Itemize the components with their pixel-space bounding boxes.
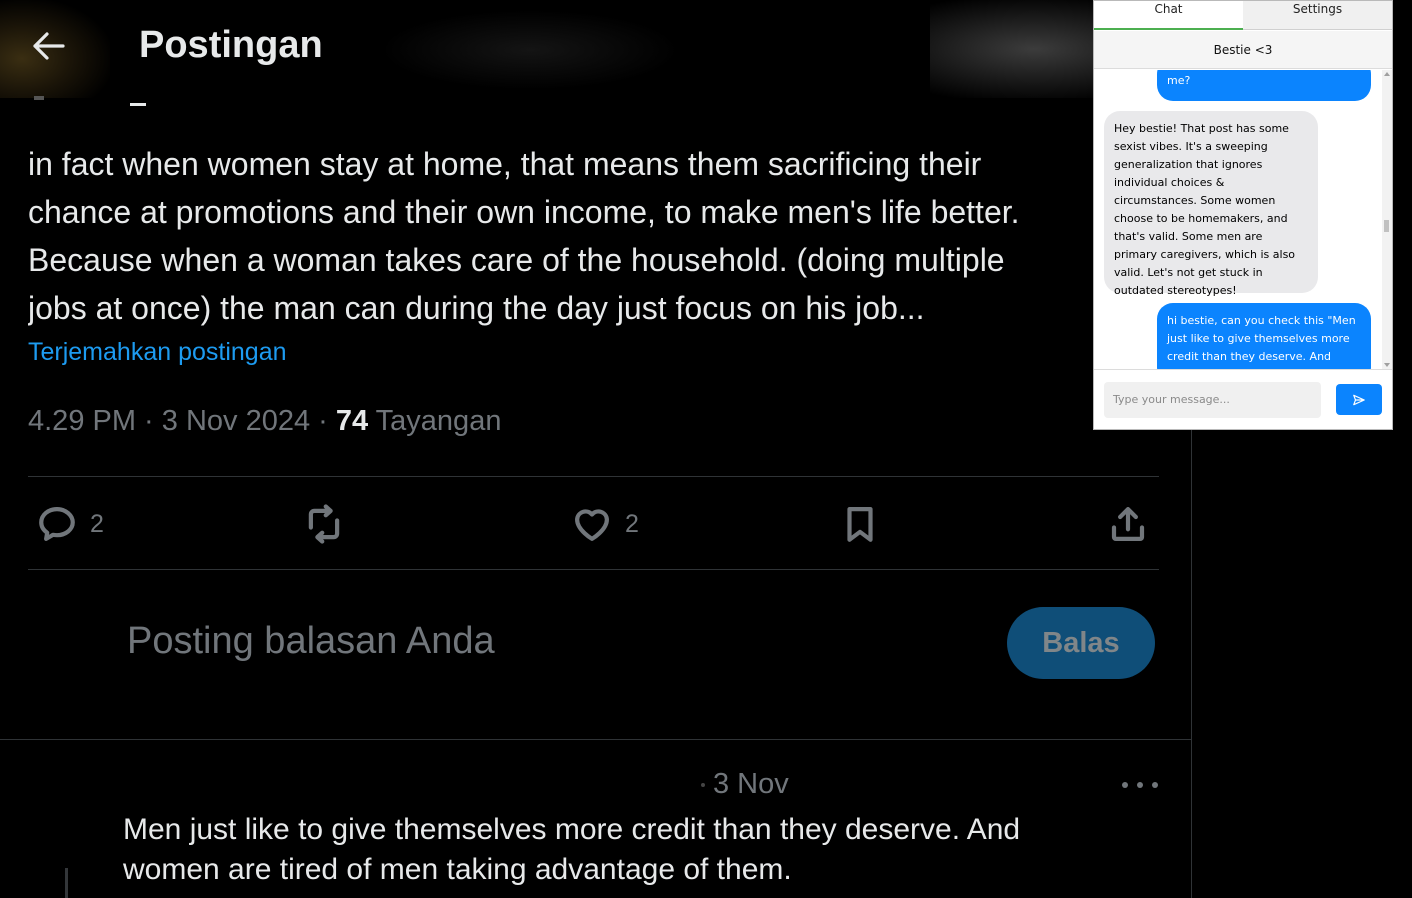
bot-message: Hey bestie! That post has some sexist vi… xyxy=(1104,111,1318,297)
like-action-button[interactable]: 2 xyxy=(571,500,639,548)
like-count: 2 xyxy=(625,509,639,538)
page-header: Postingan xyxy=(0,0,1191,98)
bookmark-action-button[interactable] xyxy=(839,500,881,548)
reply-submit-button[interactable]: Balas xyxy=(1007,607,1155,679)
tab-chat[interactable]: Chat xyxy=(1094,1,1243,30)
share-icon xyxy=(1111,507,1145,541)
arrow-left-icon xyxy=(33,32,65,60)
scroll-up-icon[interactable] xyxy=(1384,72,1390,76)
chat-title: Bestie <3 xyxy=(1094,31,1392,69)
translate-post-link[interactable]: Terjemahkan postingan xyxy=(28,338,287,367)
header-blur-center xyxy=(380,10,680,90)
post-line: Because when a woman takes care of the h… xyxy=(28,242,1005,278)
chat-extension-panel: Chat Settings Bestie <3 me? Hey bestie! … xyxy=(1093,0,1393,430)
views-label: Tayangan xyxy=(368,405,502,437)
message-scrollbar[interactable] xyxy=(1382,70,1392,369)
user-message: me? xyxy=(1157,70,1371,101)
scroll-down-icon[interactable] xyxy=(1384,363,1390,367)
heart-icon xyxy=(575,509,609,541)
post-meta: 4.29 PM · 3 Nov 2024 · 74 Tayangan xyxy=(28,405,501,438)
repost-action-button[interactable] xyxy=(303,500,345,548)
post-timestamp[interactable]: 4.29 PM · 3 Nov 2024 · xyxy=(28,405,336,437)
divider xyxy=(28,569,1159,570)
user-message: hi bestie, can you check this "Men just … xyxy=(1157,303,1371,369)
message-input[interactable] xyxy=(1104,382,1321,418)
post-body: in fact when women stay at home, that me… xyxy=(28,140,1158,332)
header-underline-fragment xyxy=(34,96,44,100)
post-line: jobs at once) the man can during the day… xyxy=(28,290,925,326)
message-compose-area xyxy=(1094,369,1392,429)
back-button[interactable] xyxy=(28,28,68,64)
tab-settings[interactable]: Settings xyxy=(1243,1,1392,29)
send-button[interactable] xyxy=(1336,384,1382,415)
thread-line xyxy=(65,868,68,898)
chat-tabs: Chat Settings xyxy=(1094,1,1392,30)
post-line: in fact when women stay at home, that me… xyxy=(28,146,982,182)
reply-text: Men just like to give themselves more cr… xyxy=(123,813,1021,886)
divider xyxy=(28,476,1159,477)
post-line: chance at promotions and their own incom… xyxy=(28,194,1020,230)
reply-date[interactable]: 3 Nov xyxy=(713,768,789,801)
page-title: Postingan xyxy=(139,24,323,66)
comment-icon xyxy=(39,507,75,541)
separator-dot xyxy=(701,783,705,787)
send-icon xyxy=(1353,394,1365,405)
views-count: 74 xyxy=(335,405,369,437)
message-list[interactable]: me? Hey bestie! That post has some sexis… xyxy=(1094,70,1392,369)
share-action-button[interactable] xyxy=(1107,500,1149,548)
reply-action-button[interactable]: 2 xyxy=(36,500,104,548)
scroll-thumb[interactable] xyxy=(1384,220,1389,232)
more-options-icon[interactable] xyxy=(1122,772,1158,798)
repost-icon xyxy=(308,504,340,544)
reply-compose-input[interactable]: Posting balasan Anda xyxy=(127,620,495,663)
section-divider xyxy=(0,739,1191,740)
bookmark-icon xyxy=(847,507,873,542)
author-underline-fragment xyxy=(130,103,146,106)
reply-count: 2 xyxy=(90,509,104,538)
timeline-column: Postingan in fact when women stay at hom… xyxy=(0,0,1192,898)
